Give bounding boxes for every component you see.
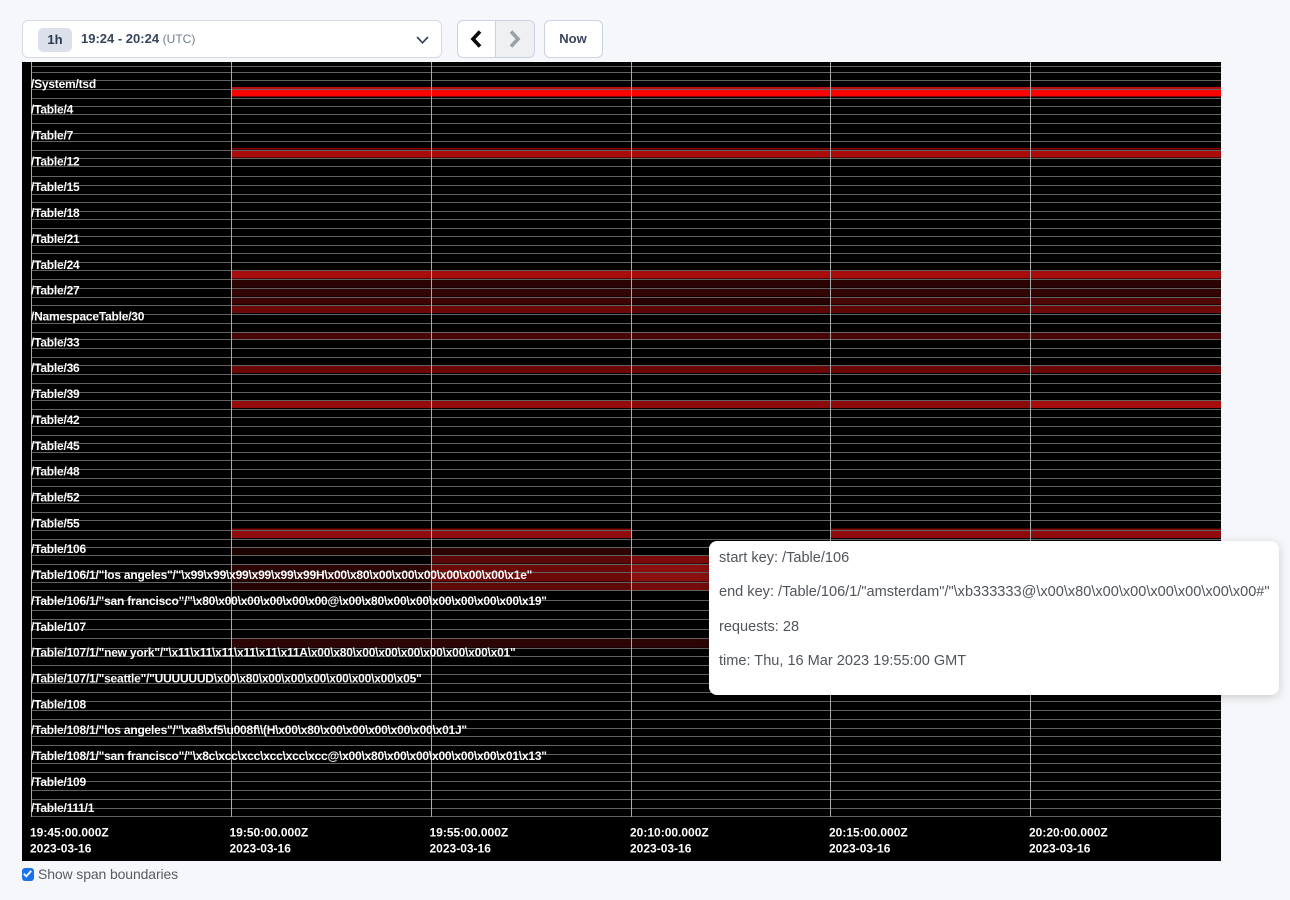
svg-text:/Table/15: /Table/15 (31, 180, 80, 194)
svg-text:/Table/27: /Table/27 (31, 283, 80, 297)
svg-text:/Table/108: /Table/108 (31, 697, 86, 711)
svg-text:2023-03-16: 2023-03-16 (630, 841, 692, 855)
svg-text:/Table/33: /Table/33 (31, 335, 80, 349)
svg-text:/System/tsd: /System/tsd (31, 76, 96, 90)
svg-text:/Table/7: /Table/7 (31, 128, 74, 142)
svg-text:20:15:00.000Z: 20:15:00.000Z (829, 825, 908, 839)
svg-text:/Table/45: /Table/45 (31, 438, 80, 452)
svg-text:/Table/108/1/"los angeles"/"\x: /Table/108/1/"los angeles"/"\xa8\xf5\u00… (31, 723, 467, 737)
svg-text:19:45:00.000Z: 19:45:00.000Z (30, 825, 109, 839)
svg-text:/Table/106/1/"san francisco"/": /Table/106/1/"san francisco"/"\x80\x00\x… (31, 593, 547, 607)
svg-text:/Table/107: /Table/107 (31, 619, 86, 633)
svg-text:/Table/108/1/"san francisco"/": /Table/108/1/"san francisco"/"\x8c\xcc\x… (31, 749, 547, 763)
svg-text:/Table/12: /Table/12 (31, 154, 80, 168)
svg-text:20:10:00.000Z: 20:10:00.000Z (630, 825, 709, 839)
svg-text:2023-03-16: 2023-03-16 (1029, 841, 1091, 855)
svg-text:/Table/39: /Table/39 (31, 387, 80, 401)
svg-text:/Table/36: /Table/36 (31, 361, 80, 375)
svg-text:/Table/107/1/"new york"/"\x11\: /Table/107/1/"new york"/"\x11\x11\x11\x1… (31, 645, 515, 659)
svg-text:/Table/106: /Table/106 (31, 542, 86, 556)
svg-text:/Table/4: /Table/4 (31, 102, 74, 116)
svg-text:19:50:00.000Z: 19:50:00.000Z (230, 825, 309, 839)
svg-text:/Table/111/1: /Table/111/1 (31, 800, 95, 814)
svg-text:/Table/21: /Table/21 (31, 231, 80, 245)
svg-text:/Table/48: /Table/48 (31, 464, 80, 478)
svg-text:2023-03-16: 2023-03-16 (230, 841, 292, 855)
svg-text:/Table/55: /Table/55 (31, 516, 80, 530)
svg-text:/Table/18: /Table/18 (31, 206, 80, 220)
svg-text:2023-03-16: 2023-03-16 (430, 841, 492, 855)
svg-text:/Table/106/1/"los angeles"/"\x: /Table/106/1/"los angeles"/"\x99\x99\x99… (31, 568, 532, 582)
svg-text:/NamespaceTable/30: /NamespaceTable/30 (31, 309, 145, 323)
svg-text:2023-03-16: 2023-03-16 (829, 841, 891, 855)
svg-text:/Table/107/1/"seattle"/"UUUUUU: /Table/107/1/"seattle"/"UUUUUUD\x00\x80\… (31, 671, 422, 685)
svg-text:19:55:00.000Z: 19:55:00.000Z (430, 825, 509, 839)
svg-text:20:20:00.000Z: 20:20:00.000Z (1029, 825, 1108, 839)
svg-text:/Table/109: /Table/109 (31, 774, 86, 788)
svg-text:/Table/24: /Table/24 (31, 257, 80, 271)
svg-text:/Table/52: /Table/52 (31, 490, 80, 504)
svg-text:/Table/42: /Table/42 (31, 412, 80, 426)
svg-text:2023-03-16: 2023-03-16 (30, 841, 92, 855)
